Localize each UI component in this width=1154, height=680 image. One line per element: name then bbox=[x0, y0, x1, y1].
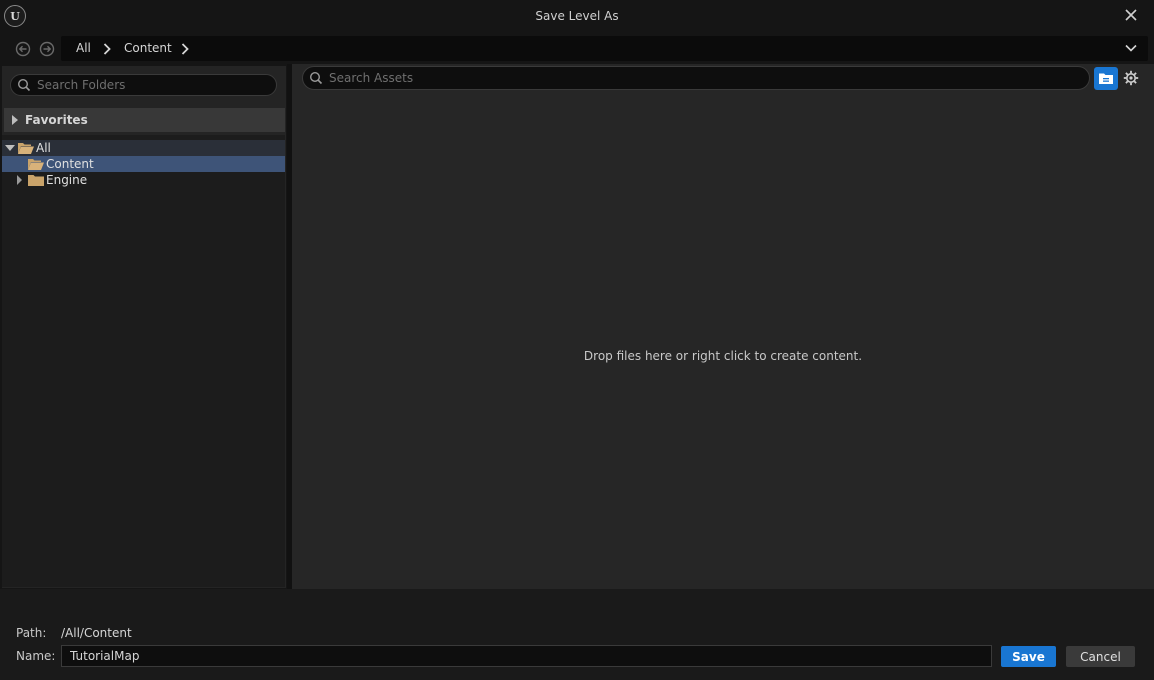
tree-item-label: All bbox=[36, 141, 51, 155]
save-button[interactable]: Save bbox=[1001, 646, 1056, 667]
breadcrumb-item-all[interactable]: All bbox=[76, 41, 91, 55]
path-label: Path: bbox=[16, 626, 47, 640]
search-icon bbox=[309, 71, 323, 85]
asset-search-input[interactable] bbox=[329, 67, 1079, 89]
asset-view-panel bbox=[292, 64, 1154, 589]
folder-icon bbox=[28, 175, 44, 186]
chevron-right-icon[interactable] bbox=[180, 42, 190, 56]
gear-icon bbox=[1123, 70, 1139, 86]
chevron-right-icon[interactable] bbox=[102, 42, 112, 56]
sources-panel-toggle-button[interactable] bbox=[1094, 67, 1118, 90]
tree-item-label: Content bbox=[46, 157, 94, 171]
folder-open-icon bbox=[18, 143, 34, 154]
favorites-label: Favorites bbox=[25, 113, 88, 127]
breadcrumb-item-content[interactable]: Content bbox=[124, 41, 172, 55]
name-label: Name: bbox=[16, 649, 56, 663]
search-icon bbox=[17, 78, 31, 92]
history-dropdown-button[interactable] bbox=[1124, 42, 1138, 57]
folder-search-box bbox=[10, 74, 277, 96]
folder-search-input[interactable] bbox=[37, 75, 272, 95]
breadcrumb: All Content bbox=[61, 36, 1148, 61]
tree-item-engine[interactable]: Engine bbox=[2, 172, 285, 188]
cancel-button[interactable]: Cancel bbox=[1066, 646, 1135, 667]
path-value: /All/Content bbox=[61, 626, 132, 640]
back-button[interactable] bbox=[14, 40, 32, 58]
folder-list-icon bbox=[1099, 73, 1113, 84]
chevron-down-icon bbox=[1125, 44, 1137, 52]
expand-arrow-icon[interactable] bbox=[16, 174, 23, 186]
folder-tree bbox=[2, 135, 285, 587]
window-title: Save Level As bbox=[535, 9, 619, 23]
expand-arrow-icon bbox=[12, 115, 18, 125]
forward-button[interactable] bbox=[38, 40, 56, 58]
folder-open-icon bbox=[28, 159, 44, 170]
close-button[interactable] bbox=[1120, 4, 1142, 26]
asset-search-box bbox=[302, 66, 1090, 90]
back-arrow-icon bbox=[15, 41, 31, 57]
collapse-arrow-icon[interactable] bbox=[4, 144, 16, 152]
forward-arrow-icon bbox=[39, 41, 55, 57]
tree-item-label: Engine bbox=[46, 173, 88, 187]
empty-content-hint: Drop files here or right click to create… bbox=[583, 349, 863, 363]
settings-button[interactable] bbox=[1121, 68, 1141, 88]
tree-item-all[interactable]: All bbox=[2, 140, 285, 156]
name-field[interactable] bbox=[61, 645, 992, 667]
tree-item-content[interactable]: Content bbox=[2, 156, 285, 172]
close-icon bbox=[1125, 9, 1137, 21]
